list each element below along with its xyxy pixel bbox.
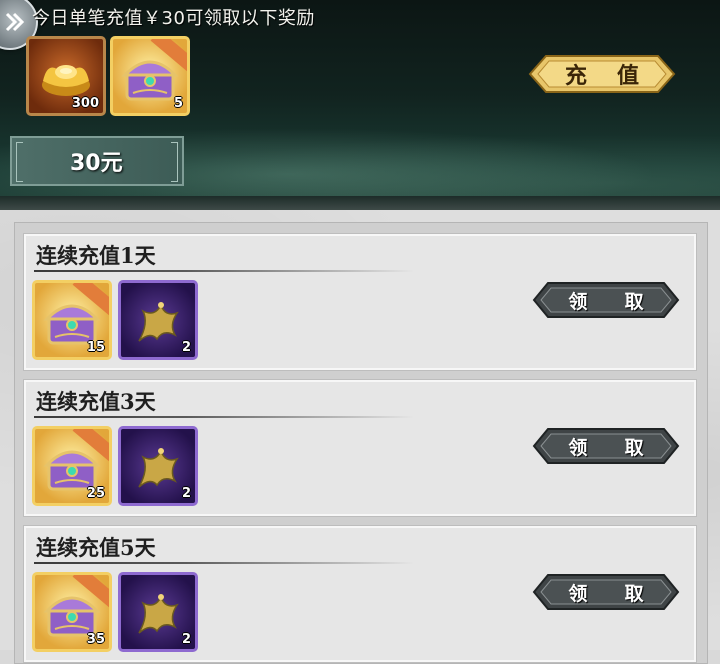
claim-label: 领 取 — [568, 583, 660, 605]
claim-button[interactable]: 领 取 — [532, 572, 680, 612]
frame-corner — [171, 142, 178, 182]
item-qty: 35 — [86, 632, 105, 647]
frame-corner — [16, 142, 23, 182]
card-title: 连续充值3天 — [36, 389, 156, 414]
card-item-dragon-scroll[interactable]: 2 — [118, 280, 198, 360]
title-underline — [34, 416, 414, 418]
double-chevron-icon — [5, 12, 25, 32]
price-box: 30元 — [10, 136, 184, 186]
claim-label: 领 取 — [568, 291, 660, 313]
item-qty: 15 — [86, 340, 105, 355]
title-underline — [34, 270, 414, 272]
reward-card-3-day: 连续充值3天 25 2 领 取 — [23, 379, 697, 517]
claim-button[interactable]: 领 取 — [532, 426, 680, 466]
reward-item-gold-ingot[interactable]: 300 — [26, 36, 106, 116]
item-qty: 2 — [181, 632, 191, 647]
card-item-treasure-chest[interactable]: 35 — [32, 572, 112, 652]
reward-card-1-day: 连续充值1天 15 2 领 取 — [23, 233, 697, 371]
banner-divider — [0, 196, 720, 210]
recharge-button[interactable]: 充 值 — [528, 53, 676, 95]
promo-banner: 今日单笔充值￥30可领取以下奖励 300 5 充 值 30元 — [0, 0, 720, 210]
price-label: 30元 — [70, 151, 123, 176]
recharge-label: 充 值 — [564, 63, 652, 88]
card-item-dragon-scroll[interactable]: 2 — [118, 426, 198, 506]
card-item-treasure-chest[interactable]: 15 — [32, 280, 112, 360]
card-item-treasure-chest[interactable]: 25 — [32, 426, 112, 506]
reward-qty: 5 — [173, 96, 183, 111]
title-underline — [34, 562, 414, 564]
item-qty: 2 — [181, 486, 191, 501]
claim-button[interactable]: 领 取 — [532, 280, 680, 320]
reward-item-treasure-chest[interactable]: 5 — [110, 36, 190, 116]
card-title: 连续充值1天 — [36, 243, 156, 268]
item-qty: 25 — [86, 486, 105, 501]
promo-title: 今日单笔充值￥30可领取以下奖励 — [32, 8, 315, 29]
claim-label: 领 取 — [568, 437, 660, 459]
card-item-dragon-scroll[interactable]: 2 — [118, 572, 198, 652]
card-title: 连续充值5天 — [36, 535, 156, 560]
item-qty: 2 — [181, 340, 191, 355]
reward-qty: 300 — [71, 96, 99, 111]
reward-card-5-day: 连续充值5天 35 2 领 取 — [23, 525, 697, 663]
